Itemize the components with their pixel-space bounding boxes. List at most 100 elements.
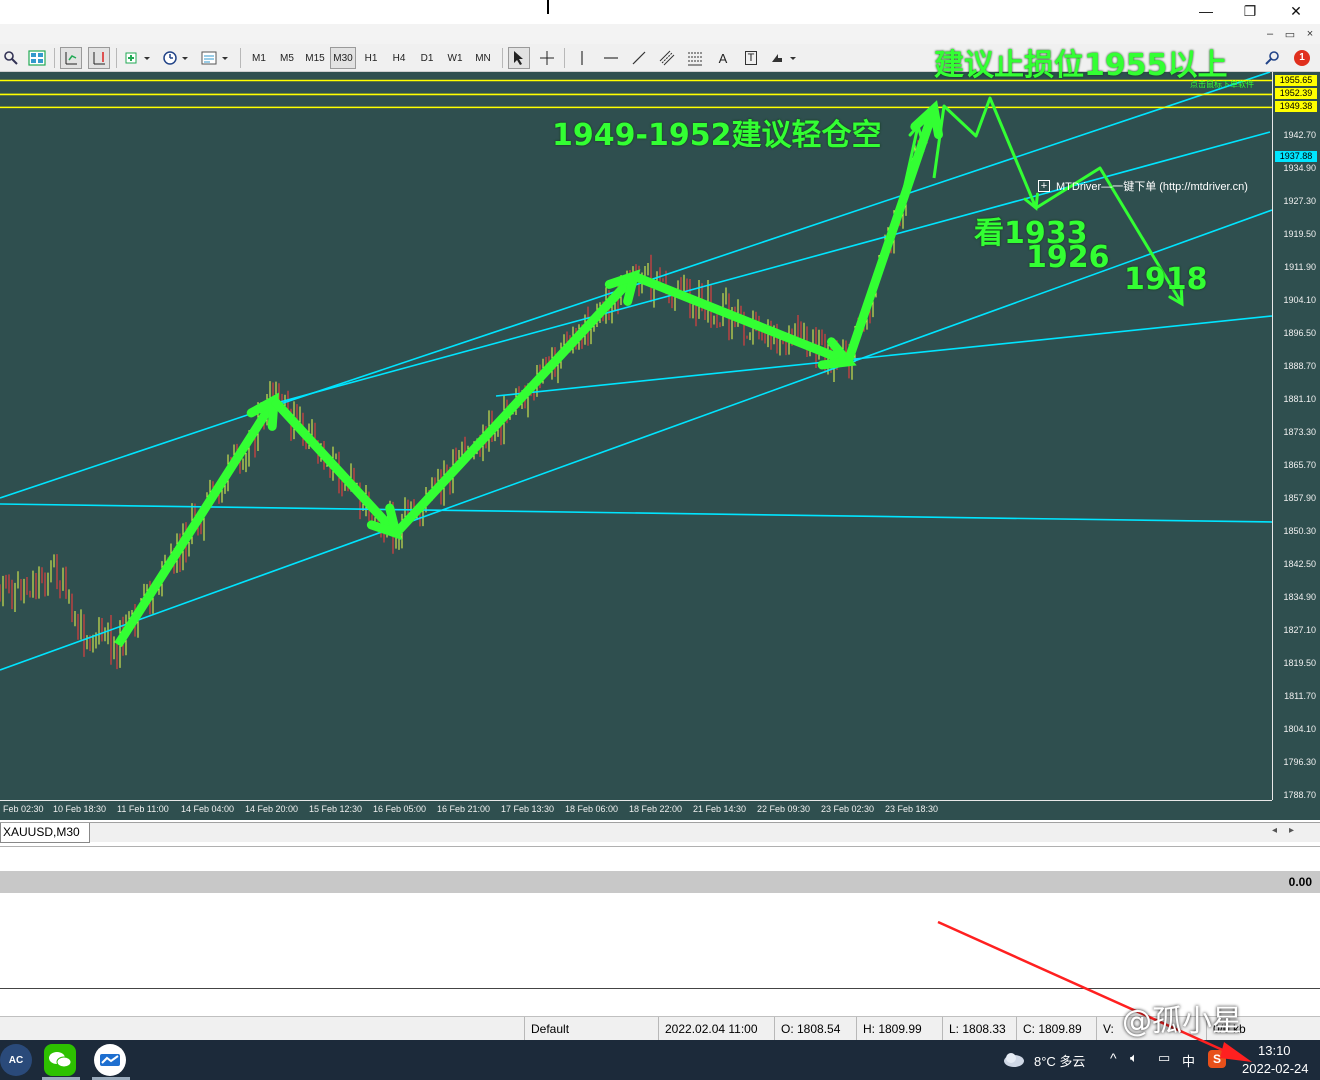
annotation-arrow — [270, 397, 400, 537]
horizontal-line-icon[interactable] — [600, 47, 622, 69]
price-tick-label: 1834.90 — [1283, 592, 1316, 602]
timeframe-button-d1[interactable]: D1 — [414, 47, 440, 69]
text-label-button[interactable]: T — [740, 47, 762, 69]
price-chart[interactable]: 1949-1952建议轻仓空 看1933 1926 1918 + MTDrive… — [0, 72, 1320, 820]
price-tick-label: 1850.30 — [1283, 526, 1316, 536]
chart-shift-icon[interactable] — [60, 47, 82, 69]
child-restore-button[interactable]: ▭ — [1282, 26, 1298, 42]
timeframe-button-m5[interactable]: M5 — [274, 47, 300, 69]
terminal-panel: 0.00 — [0, 846, 1320, 990]
clock-date[interactable]: 2022-02-24 — [1242, 1061, 1309, 1076]
annotation-arrow — [114, 398, 278, 648]
time-axis[interactable]: Feb 02:30 10 Feb 18:30 11 Feb 11:00 14 Feb … — [0, 800, 1272, 820]
mt4-app-icon[interactable] — [94, 1044, 126, 1076]
annotation-arrow — [392, 273, 638, 537]
timeframe-button-m1[interactable]: M1 — [246, 47, 272, 69]
mtdriver-plugin-label[interactable]: + MTDriver—一键下单 (http://mtdriver.cn) — [1038, 178, 1248, 194]
status-profile[interactable]: Default — [524, 1017, 658, 1041]
crosshair-icon[interactable] — [536, 47, 558, 69]
search-icon[interactable] — [1262, 47, 1282, 69]
mt4-window: — ❐ ✕ – ▭ × M1 M5 M15 M30 H1 H4 D1 W1 MN… — [0, 0, 1320, 1080]
minimize-button[interactable]: — — [1186, 0, 1226, 22]
time-tick-label: 16 Feb 21:00 — [437, 804, 491, 814]
child-close-button[interactable]: × — [1302, 26, 1318, 42]
channel-icon[interactable] — [656, 47, 678, 69]
volume-icon[interactable]: 🔈︎ — [1130, 1050, 1138, 1066]
tile-windows-icon[interactable] — [26, 47, 48, 69]
weather-text[interactable]: 8°C 多云 — [1034, 1051, 1085, 1070]
plugin-label-text: MTDriver—一键下单 (http://mtdriver.cn) — [1056, 181, 1248, 193]
periodicity-icon[interactable] — [160, 47, 192, 69]
time-tick-label: Feb 02:30 — [3, 804, 44, 814]
stop-loss-headline: 建议止损位1955以上 — [934, 48, 1228, 83]
trendline-icon[interactable] — [628, 47, 650, 69]
price-tick-label: 1873.30 — [1283, 427, 1316, 438]
child-minimize-button[interactable]: – — [1262, 26, 1278, 42]
status-high: H: 1809.99 — [856, 1017, 942, 1041]
price-tick-label: 1857.90 — [1283, 493, 1316, 504]
price-tick-label: 1942.70 — [1283, 130, 1316, 140]
templates-icon[interactable] — [198, 47, 232, 69]
fibonacci-icon[interactable] — [684, 47, 706, 69]
balance-summary-row[interactable]: 0.00 — [0, 871, 1320, 893]
target-text-1926: 1926 — [1026, 240, 1110, 275]
channel-line — [495, 315, 1273, 397]
time-tick-label: 22 Feb 09:30 — [757, 804, 811, 814]
network-icon[interactable]: ▭ — [1158, 1050, 1170, 1066]
text-label-glyph: T — [744, 51, 758, 65]
annotation-arrow — [632, 271, 850, 367]
clock-time[interactable]: 13:10 — [1258, 1043, 1291, 1058]
price-tag: 1952.39 — [1275, 88, 1317, 100]
weather-icon[interactable] — [1002, 1050, 1026, 1073]
advice-text: 1949-1952建议轻仓空 — [552, 118, 882, 153]
channel-lines-layer — [0, 72, 1273, 671]
close-button[interactable]: ✕ — [1276, 0, 1316, 22]
sogou-icon[interactable]: S — [1208, 1050, 1226, 1068]
zoom-icon[interactable] — [2, 47, 20, 69]
time-tick-label: 10 Feb 18:30 — [53, 804, 107, 814]
time-tick-label: 17 Feb 13:30 — [501, 804, 555, 814]
autoscroll-icon[interactable] — [88, 47, 110, 69]
tray-expand-icon[interactable]: ^ — [1110, 1050, 1117, 1066]
time-tick-label: 21 Feb 14:30 — [693, 804, 747, 814]
price-tick-label: 1842.50 — [1283, 559, 1316, 570]
annotation-arrows-layer — [114, 96, 1184, 648]
ime-indicator[interactable]: 中 — [1182, 1051, 1195, 1070]
timeframe-button-m15[interactable]: M15 — [302, 47, 328, 69]
time-tick-label: 18 Feb 06:00 — [565, 804, 619, 814]
status-datetime: 2022.02.04 11:00 — [658, 1017, 774, 1041]
notification-badge: 1 — [1294, 50, 1310, 66]
price-tick-label: 1788.70 — [1283, 790, 1316, 800]
separator — [564, 48, 565, 68]
chart-tab-strip: XAUUSD,M30 ◂▸ — [0, 822, 1320, 843]
price-axis[interactable]: 1942.70 1934.90 1927.30 1919.50 1911.90 1904.… — [1272, 72, 1320, 800]
price-tick-label: 1865.70 — [1283, 460, 1316, 470]
windows-taskbar: AC 8°C 多云 ^ 🔈︎ ▭ 中 S 13:10 2022-02-24 — [0, 1040, 1320, 1080]
price-tag: 1949.38 — [1275, 101, 1317, 113]
notification-icon[interactable]: 1 — [1290, 47, 1314, 69]
timeframe-button-mn[interactable]: MN — [470, 47, 496, 69]
separator — [502, 48, 503, 68]
arrows-icon[interactable] — [768, 47, 800, 69]
timeframe-button-h4[interactable]: H4 — [386, 47, 412, 69]
timeframe-button-w1[interactable]: W1 — [442, 47, 468, 69]
timeframe-button-m30[interactable]: M30 — [330, 47, 356, 69]
price-tick-label: 1911.90 — [1284, 262, 1316, 272]
tab-scroll-arrows[interactable]: ◂▸ — [1272, 825, 1306, 836]
vertical-line-icon[interactable] — [572, 47, 592, 69]
restore-button[interactable]: ❐ — [1230, 0, 1270, 22]
time-tick-label: 23 Feb 18:30 — [885, 804, 939, 814]
text-tool-button[interactable]: A — [712, 47, 734, 69]
horizontal-levels-layer — [0, 79, 1272, 109]
watermark: @孤小星 — [1122, 1004, 1242, 1039]
time-tick-label: 11 Feb 11:00 — [117, 804, 169, 814]
chart-tab-xauusd[interactable]: XAUUSD,M30 — [0, 823, 90, 843]
indicators-icon[interactable] — [122, 47, 154, 69]
price-tick-label: 1819.50 — [1283, 658, 1316, 668]
wechat-icon[interactable] — [44, 1044, 76, 1076]
cursor-icon[interactable] — [508, 47, 530, 69]
price-tick-label: 1881.10 — [1283, 394, 1316, 404]
ac-app-icon[interactable]: AC — [0, 1044, 32, 1076]
plugin-expand-icon[interactable]: + — [1038, 180, 1050, 192]
timeframe-button-h1[interactable]: H1 — [358, 47, 384, 69]
